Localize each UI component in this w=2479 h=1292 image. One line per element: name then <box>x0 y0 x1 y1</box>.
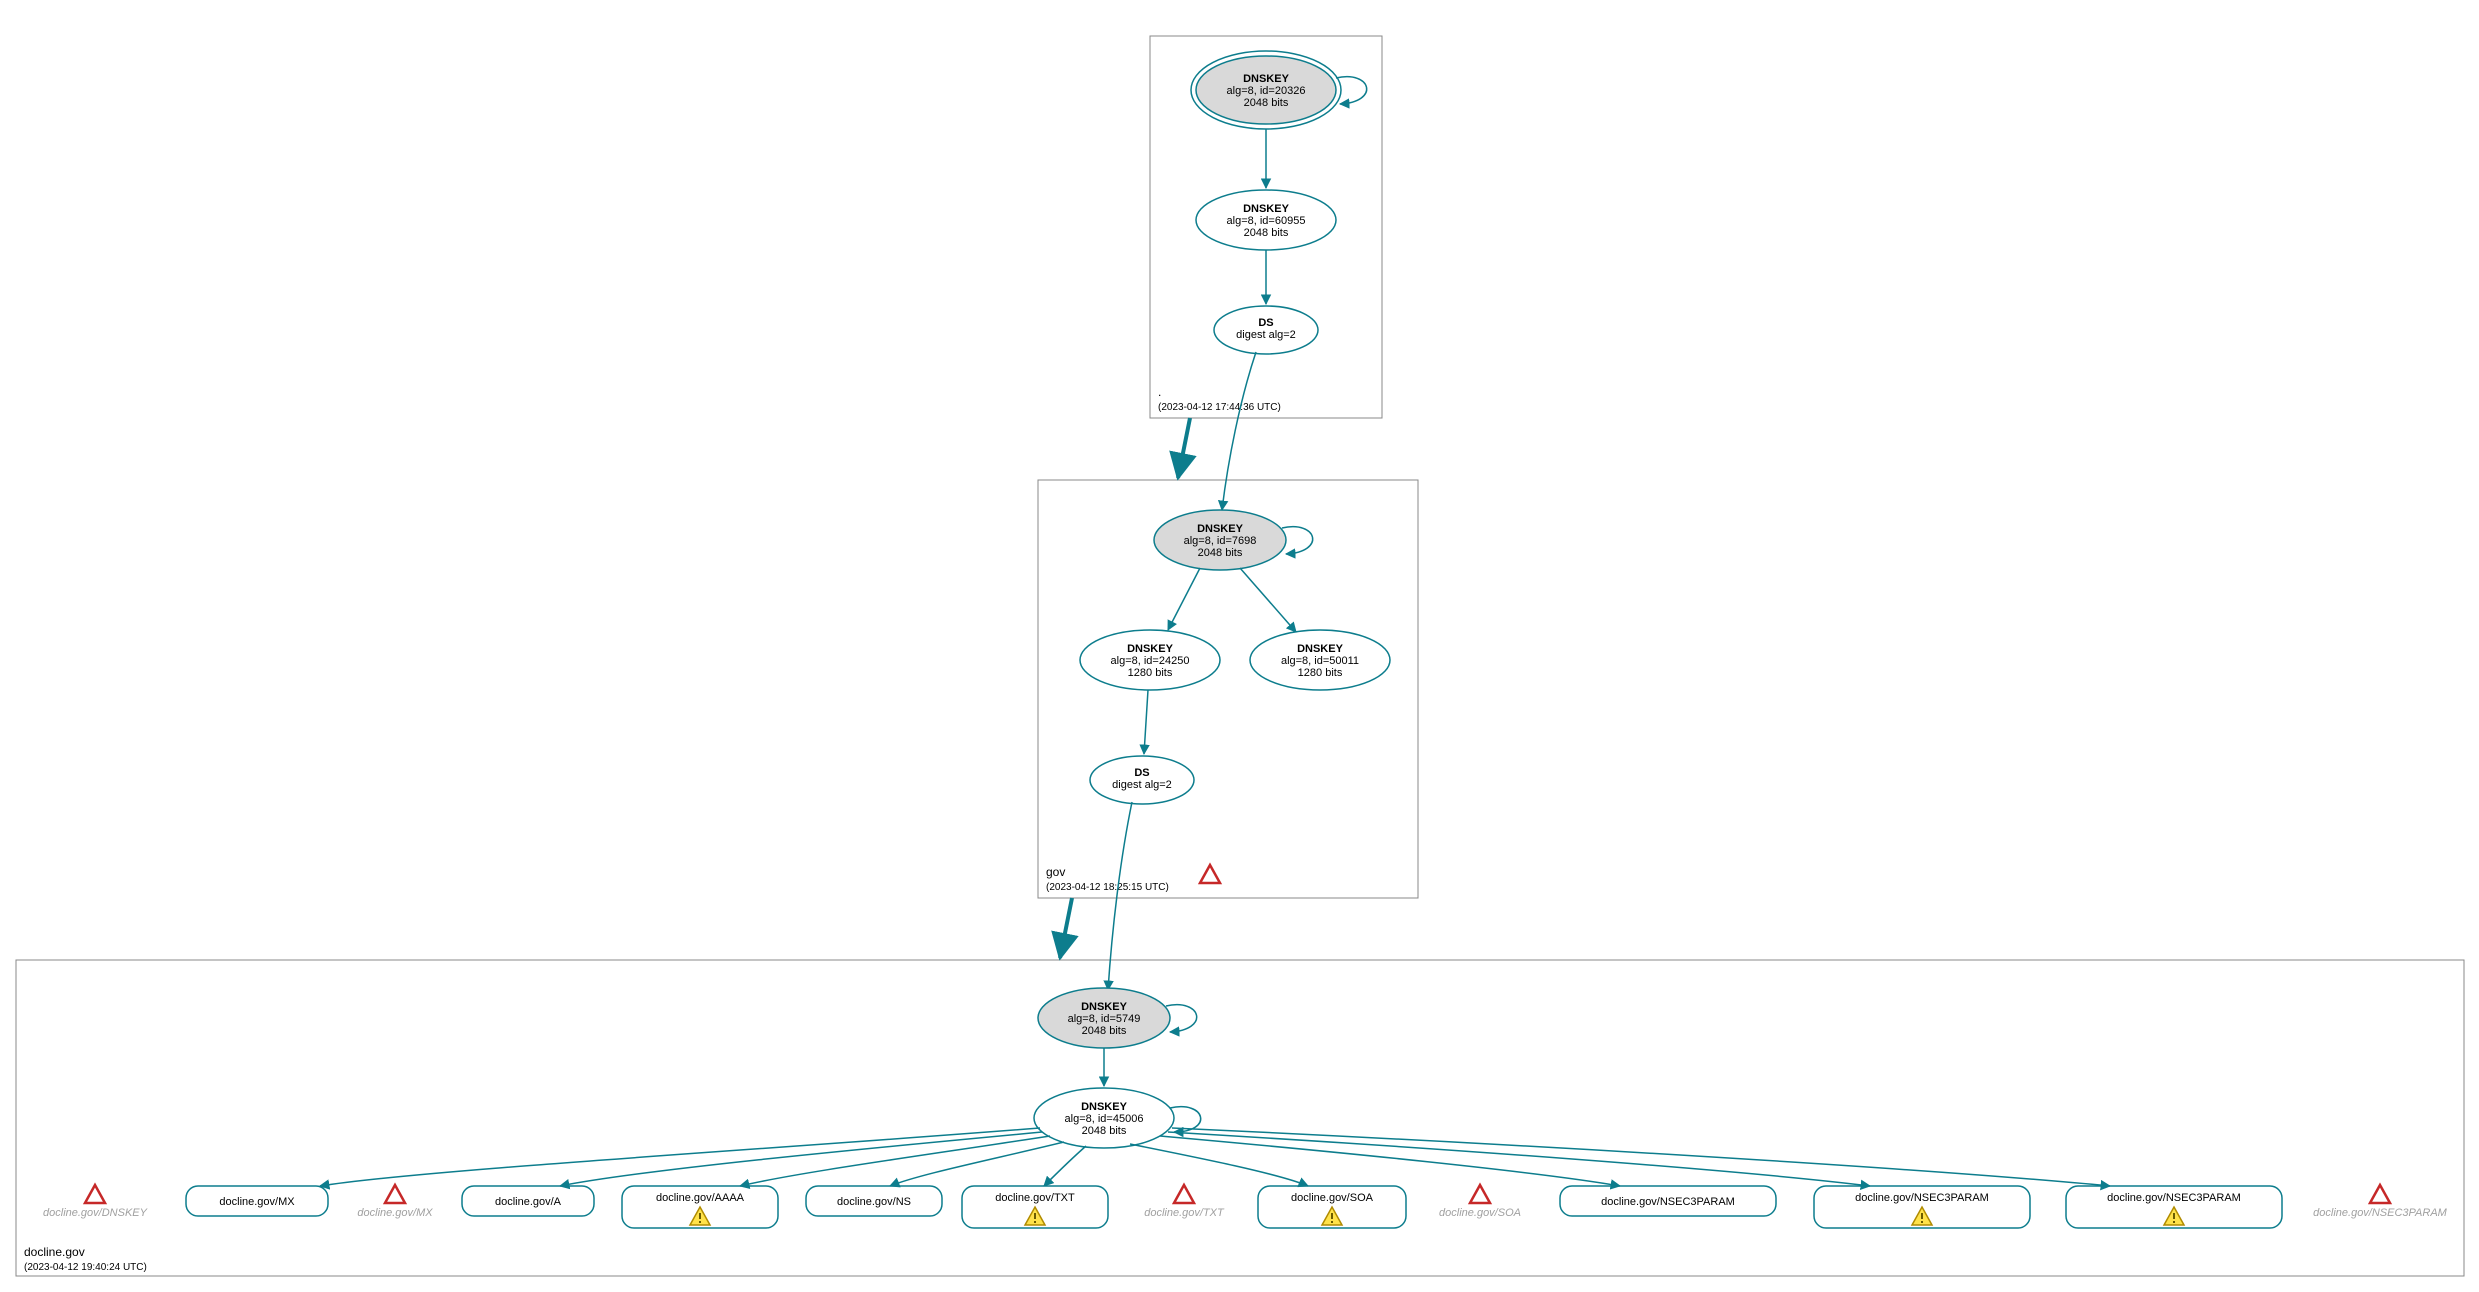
node-line3: 2048 bits <box>1198 547 1243 559</box>
edge <box>1168 1132 1870 1186</box>
edge <box>320 1128 1040 1186</box>
node-line2: alg=8, id=24250 <box>1111 655 1190 667</box>
zone-root-name: . <box>1158 385 1161 399</box>
error-icon <box>385 1185 405 1203</box>
gov-ksk-node[interactable]: DNSKEY alg=8, id=7698 2048 bits <box>1154 510 1286 570</box>
ghost-label: docline.gov/DNSKEY <box>43 1207 148 1219</box>
rr-soa[interactable]: docline.gov/SOA <box>1258 1186 1406 1228</box>
node-line2: digest alg=2 <box>1112 779 1172 791</box>
error-icon[interactable] <box>1200 865 1220 883</box>
edge <box>1240 568 1296 632</box>
ghost-nsec3param[interactable]: docline.gov/NSEC3PARAM <box>2313 1185 2448 1219</box>
edge <box>1172 1128 2110 1186</box>
node-line2: alg=8, id=60955 <box>1227 215 1306 227</box>
dnssec-graph: . (2023-04-12 17:44:36 UTC) gov (2023-04… <box>0 0 2479 1292</box>
ghost-label: docline.gov/TXT <box>1144 1207 1225 1219</box>
rr-label: docline.gov/AAAA <box>656 1192 745 1204</box>
edge <box>1044 1146 1086 1186</box>
rr-mx[interactable]: docline.gov/MX <box>186 1186 328 1216</box>
node-line2: alg=8, id=50011 <box>1281 655 1359 667</box>
node-line3: 2048 bits <box>1082 1125 1127 1137</box>
node-title: DNSKEY <box>1243 203 1290 215</box>
edge <box>560 1132 1042 1186</box>
error-icon <box>1470 1185 1490 1203</box>
edge <box>890 1142 1064 1186</box>
rr-label: docline.gov/NS <box>837 1196 911 1208</box>
ghost-mx[interactable]: docline.gov/MX <box>357 1185 433 1219</box>
ghost-dnskey[interactable]: docline.gov/DNSKEY <box>43 1185 148 1219</box>
gov-zsk2-node[interactable]: DNSKEY alg=8, id=50011 1280 bits <box>1250 630 1390 690</box>
edge <box>1168 568 1200 630</box>
zone-edge <box>1178 418 1190 478</box>
node-line2: alg=8, id=5749 <box>1068 1013 1141 1025</box>
rr-ns[interactable]: docline.gov/NS <box>806 1186 942 1216</box>
docline-ksk-node[interactable]: DNSKEY alg=8, id=5749 2048 bits <box>1038 988 1170 1048</box>
rr-label: docline.gov/NSEC3PARAM <box>1855 1192 1989 1204</box>
node-title: DNSKEY <box>1297 643 1344 655</box>
root-zsk-node[interactable]: DNSKEY alg=8, id=60955 2048 bits <box>1196 190 1336 250</box>
node-title: DNSKEY <box>1127 643 1174 655</box>
edge <box>740 1136 1050 1186</box>
rr-label: docline.gov/NSEC3PARAM <box>1601 1196 1735 1208</box>
rr-label: docline.gov/NSEC3PARAM <box>2107 1192 2241 1204</box>
rr-txt[interactable]: docline.gov/TXT <box>962 1186 1108 1228</box>
node-line3: 1280 bits <box>1128 667 1173 679</box>
rr-label: docline.gov/A <box>495 1196 562 1208</box>
node-title: DNSKEY <box>1081 1101 1128 1113</box>
node-line3: 2048 bits <box>1082 1025 1127 1037</box>
rr-label: docline.gov/MX <box>219 1196 295 1208</box>
node-line2: alg=8, id=45006 <box>1065 1113 1144 1125</box>
node-title: DS <box>1134 767 1149 779</box>
edge <box>1130 1144 1308 1186</box>
node-title: DS <box>1258 317 1273 329</box>
ghost-label: docline.gov/MX <box>357 1207 433 1219</box>
error-icon <box>85 1185 105 1203</box>
rr-label: docline.gov/TXT <box>995 1192 1075 1204</box>
rr-aaaa[interactable]: docline.gov/AAAA <box>622 1186 778 1228</box>
ghost-txt[interactable]: docline.gov/TXT <box>1144 1185 1225 1219</box>
gov-ds-node[interactable]: DS digest alg=2 <box>1090 756 1194 804</box>
error-icon <box>1174 1185 1194 1203</box>
rr-nsec3param-1[interactable]: docline.gov/NSEC3PARAM <box>1560 1186 1776 1216</box>
edge <box>1160 1136 1620 1186</box>
node-title: DNSKEY <box>1197 523 1244 535</box>
rr-nsec3param-3[interactable]: docline.gov/NSEC3PARAM <box>2066 1186 2282 1228</box>
docline-zsk-node[interactable]: DNSKEY alg=8, id=45006 2048 bits <box>1034 1088 1174 1148</box>
node-line3: 1280 bits <box>1298 667 1343 679</box>
node-line3: 2048 bits <box>1244 227 1289 239</box>
edge <box>1108 802 1132 990</box>
node-line2: digest alg=2 <box>1236 329 1296 341</box>
root-ds-node[interactable]: DS digest alg=2 <box>1214 306 1318 354</box>
rr-label: docline.gov/SOA <box>1291 1192 1374 1204</box>
edge <box>1222 352 1256 510</box>
zone-docline-ts: (2023-04-12 19:40:24 UTC) <box>24 1262 147 1273</box>
zone-edge <box>1060 898 1072 958</box>
node-line2: alg=8, id=7698 <box>1184 535 1257 547</box>
node-line2: alg=8, id=20326 <box>1227 85 1306 97</box>
node-title: DNSKEY <box>1081 1001 1128 1013</box>
edge <box>1144 690 1148 754</box>
error-icon <box>2370 1185 2390 1203</box>
zone-docline-name: docline.gov <box>24 1245 85 1259</box>
node-title: DNSKEY <box>1243 73 1290 85</box>
rr-nsec3param-2[interactable]: docline.gov/NSEC3PARAM <box>1814 1186 2030 1228</box>
rr-a[interactable]: docline.gov/A <box>462 1186 594 1216</box>
ghost-soa[interactable]: docline.gov/SOA <box>1439 1185 1521 1219</box>
ghost-label: docline.gov/SOA <box>1439 1207 1521 1219</box>
gov-zsk1-node[interactable]: DNSKEY alg=8, id=24250 1280 bits <box>1080 630 1220 690</box>
zone-gov-name: gov <box>1046 865 1065 879</box>
zone-gov-ts: (2023-04-12 18:25:15 UTC) <box>1046 882 1169 893</box>
zone-root-ts: (2023-04-12 17:44:36 UTC) <box>1158 402 1281 413</box>
root-ksk-node[interactable]: DNSKEY alg=8, id=20326 2048 bits <box>1191 51 1341 129</box>
node-line3: 2048 bits <box>1244 97 1289 109</box>
ghost-label: docline.gov/NSEC3PARAM <box>2313 1207 2448 1219</box>
